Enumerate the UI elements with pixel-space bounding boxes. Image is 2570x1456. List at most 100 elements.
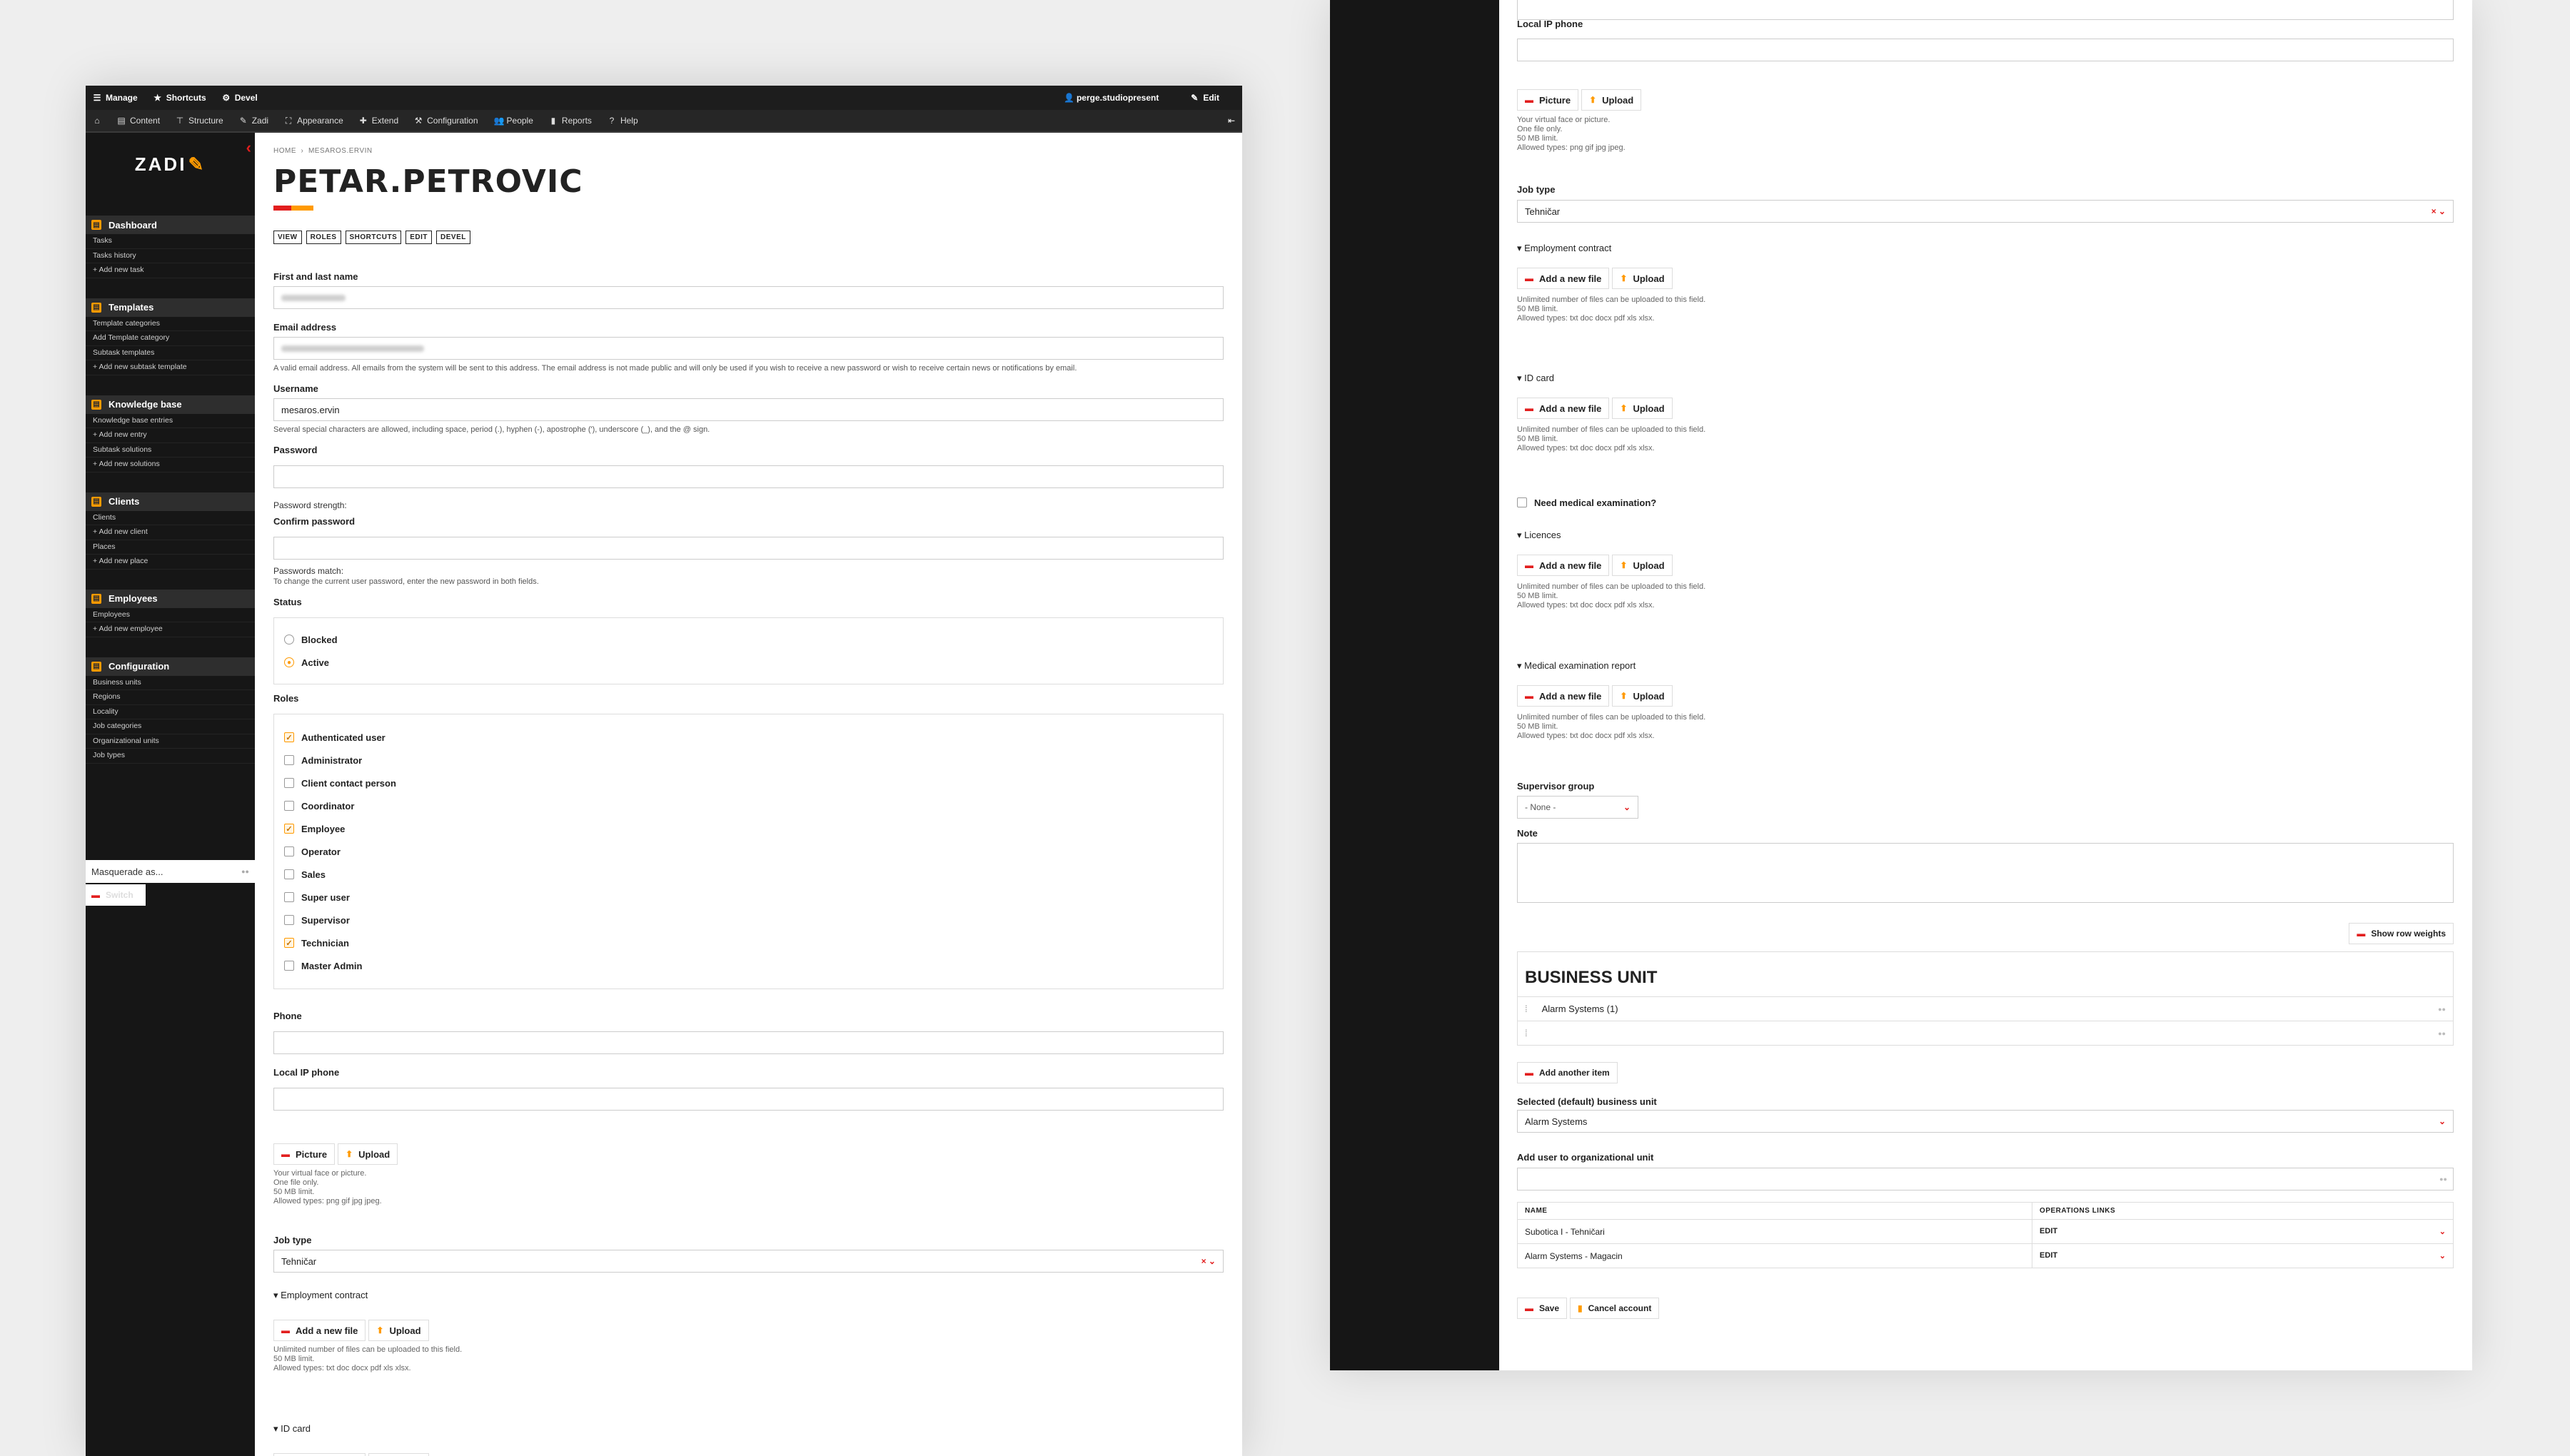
tab-shortcuts[interactable]: SHORTCUTS: [345, 231, 402, 244]
role-supervisor-checkbox[interactable]: Supervisor: [284, 909, 1213, 931]
sidebar-item-knowledge-base-entries[interactable]: Knowledge base entries: [86, 414, 255, 428]
default-bu-select[interactable]: Alarm Systems ⌄: [1517, 1110, 2454, 1133]
role-client-contact-person-checkbox[interactable]: Client contact person: [284, 772, 1213, 794]
picture-button[interactable]: ▬ Picture: [273, 1143, 336, 1165]
edit-toggle[interactable]: ✎ Edit: [1190, 93, 1219, 103]
password-field[interactable]: [273, 465, 1224, 488]
switch-button[interactable]: ▬ Switch: [86, 884, 146, 906]
upload-button[interactable]: ⬆Upload: [1612, 398, 1673, 419]
upload-button[interactable]: ⬆Upload: [1581, 89, 1642, 111]
back-to-site[interactable]: ⌂: [93, 116, 101, 126]
job-type-select[interactable]: Tehničar × ⌄: [1517, 200, 2454, 223]
add-new-file-button[interactable]: ▬Add a new file: [273, 1453, 366, 1456]
medical-report-details[interactable]: ▾ Medical examination report: [1517, 660, 2454, 672]
role-coordinator-checkbox[interactable]: Coordinator: [284, 794, 1213, 817]
sidebar-item-add-new-employee[interactable]: + Add new employee: [86, 622, 255, 637]
breadcrumb-home[interactable]: HOME: [273, 147, 296, 155]
add-new-file-button[interactable]: ▬Add a new file: [1517, 555, 1610, 576]
role-super-user-checkbox[interactable]: Super user: [284, 886, 1213, 909]
tab-edit[interactable]: EDIT: [405, 231, 433, 244]
sidebar-item-regions[interactable]: Regions: [86, 690, 255, 705]
menu-zadi[interactable]: ✎ Zadi: [239, 116, 268, 126]
id-card-details[interactable]: ▾ ID card: [1517, 373, 2454, 384]
ip-phone-field[interactable]: [273, 1088, 1224, 1111]
role-employee-checkbox[interactable]: ✓ Employee: [284, 817, 1213, 840]
sidebar-item-subtask-solutions[interactable]: Subtask solutions: [86, 443, 255, 457]
add-new-file-button[interactable]: ▬Add a new file: [1517, 268, 1610, 289]
status-blocked-radio[interactable]: Blocked: [284, 628, 1213, 651]
sidebar-item-job-categories[interactable]: Job categories: [86, 719, 255, 734]
upload-button[interactable]: ⬆Upload: [1612, 685, 1673, 707]
manage-menu[interactable]: ☰ Manage: [93, 93, 138, 103]
add-new-file-button[interactable]: ▬Add a new file: [1517, 398, 1610, 419]
add-new-file-button[interactable]: ▬Add a new file: [1517, 685, 1610, 707]
sidebar-collapse-icon[interactable]: ‹: [246, 138, 253, 157]
sidebar-item-locality[interactable]: Locality: [86, 705, 255, 719]
phone-field[interactable]: [1517, 0, 2454, 20]
sidebar-item-tasks-history[interactable]: Tasks history: [86, 249, 255, 263]
clear-chevron-icon[interactable]: × ⌄: [1201, 1256, 1216, 1266]
sidebar-heading-employees[interactable]: ▤ Employees: [86, 589, 255, 608]
operations-dropbutton[interactable]: EDIT ⌄: [2032, 1219, 2454, 1244]
ip-phone-field[interactable]: [1517, 39, 2454, 61]
licences-details[interactable]: ▾ Licences: [1517, 530, 2454, 541]
sidebar-item-places[interactable]: Places: [86, 540, 255, 555]
shortcuts-menu[interactable]: ★ Shortcuts: [153, 93, 206, 103]
sidebar-item-add-template-category[interactable]: Add Template category: [86, 331, 255, 346]
role-master-admin-checkbox[interactable]: Master Admin: [284, 954, 1213, 977]
sidebar-heading-dashboard[interactable]: ▤ Dashboard: [86, 216, 255, 234]
medical-examination-checkbox[interactable]: Need medical examination?: [1517, 491, 2454, 514]
role-technician-checkbox[interactable]: ✓ Technician: [284, 931, 1213, 954]
menu-appearance[interactable]: ⛶ Appearance: [284, 116, 343, 126]
save-button[interactable]: ▬ Save: [1517, 1298, 1568, 1319]
username-field[interactable]: mesaros.ervin: [273, 398, 1224, 421]
chevron-down-icon[interactable]: ⌄: [2439, 1251, 2446, 1260]
upload-button[interactable]: ⬆Upload: [1612, 555, 1673, 576]
devel-menu[interactable]: ⚙ Devel: [222, 93, 257, 103]
sidebar-item-business-units[interactable]: Business units: [86, 676, 255, 690]
sidebar-item-add-new-solutions[interactable]: + Add new solutions: [86, 457, 255, 472]
drag-handle-icon[interactable]: ⁞: [1525, 1003, 1528, 1014]
menu-configuration[interactable]: ⚒ Configuration: [414, 116, 478, 126]
breadcrumb-current[interactable]: MESAROS.ERVIN: [308, 147, 373, 155]
sidebar-item-job-types[interactable]: Job types: [86, 749, 255, 764]
confirm-password-field[interactable]: [273, 537, 1224, 560]
sidebar-item-add-new-task[interactable]: + Add new task: [86, 263, 255, 278]
sidebar-item-add-new-entry[interactable]: + Add new entry: [86, 428, 255, 443]
phone-field[interactable]: [273, 1031, 1224, 1054]
sidebar-item-add-new-place[interactable]: + Add new place: [86, 555, 255, 570]
sidebar-item-clients[interactable]: Clients: [86, 511, 255, 525]
tray-orientation-toggle[interactable]: ⇤: [1228, 116, 1235, 126]
upload-button[interactable]: ⬆Upload: [1612, 268, 1673, 289]
clear-chevron-icon[interactable]: × ⌄: [2432, 206, 2446, 216]
picture-button[interactable]: ▬ Picture: [1517, 89, 1579, 111]
sidebar-heading-clients[interactable]: ▤ Clients: [86, 492, 255, 511]
employment-contract-details[interactable]: ▾ Employment contract: [273, 1290, 1224, 1301]
sidebar-heading-templates[interactable]: ▤ Templates: [86, 298, 255, 317]
tab-view[interactable]: VIEW: [273, 231, 302, 244]
sidebar-item-organizational-units[interactable]: Organizational units: [86, 734, 255, 749]
sidebar-item-template-categories[interactable]: Template categories: [86, 317, 255, 331]
name-field[interactable]: [273, 286, 1224, 309]
menu-help[interactable]: ? Help: [608, 116, 638, 126]
org-unit-input[interactable]: ●●: [1517, 1168, 2454, 1190]
role-operator-checkbox[interactable]: Operator: [284, 840, 1213, 863]
status-active-radio[interactable]: ● Active: [284, 651, 1213, 674]
role-administrator-checkbox[interactable]: Administrator: [284, 749, 1213, 772]
cancel-account-button[interactable]: ▮ Cancel account: [1570, 1298, 1660, 1319]
drag-handle-icon[interactable]: ⁞: [1525, 1028, 1528, 1038]
menu-structure[interactable]: ⊤ Structure: [176, 116, 223, 126]
upload-button[interactable]: ⬆Upload: [368, 1320, 429, 1341]
menu-extend[interactable]: ✚ Extend: [359, 116, 398, 126]
user-menu[interactable]: 👤 perge.studiopresent: [1064, 93, 1159, 103]
chevron-down-icon[interactable]: ⌄: [2439, 1227, 2446, 1236]
business-unit-row-empty[interactable]: ⁞ ●●: [1518, 1021, 2453, 1045]
job-type-select[interactable]: Tehničar × ⌄: [273, 1250, 1224, 1273]
sidebar-item-add-new-client[interactable]: + Add new client: [86, 525, 255, 540]
menu-content[interactable]: ▤ Content: [117, 116, 160, 126]
sidebar-heading-knowledge-base[interactable]: ▤ Knowledge base: [86, 395, 255, 414]
supervisor-group-select[interactable]: - None - ⌄: [1517, 796, 1638, 819]
sidebar-item-tasks[interactable]: Tasks: [86, 234, 255, 249]
email-field[interactable]: [273, 337, 1224, 360]
sidebar-item-employees[interactable]: Employees: [86, 608, 255, 622]
